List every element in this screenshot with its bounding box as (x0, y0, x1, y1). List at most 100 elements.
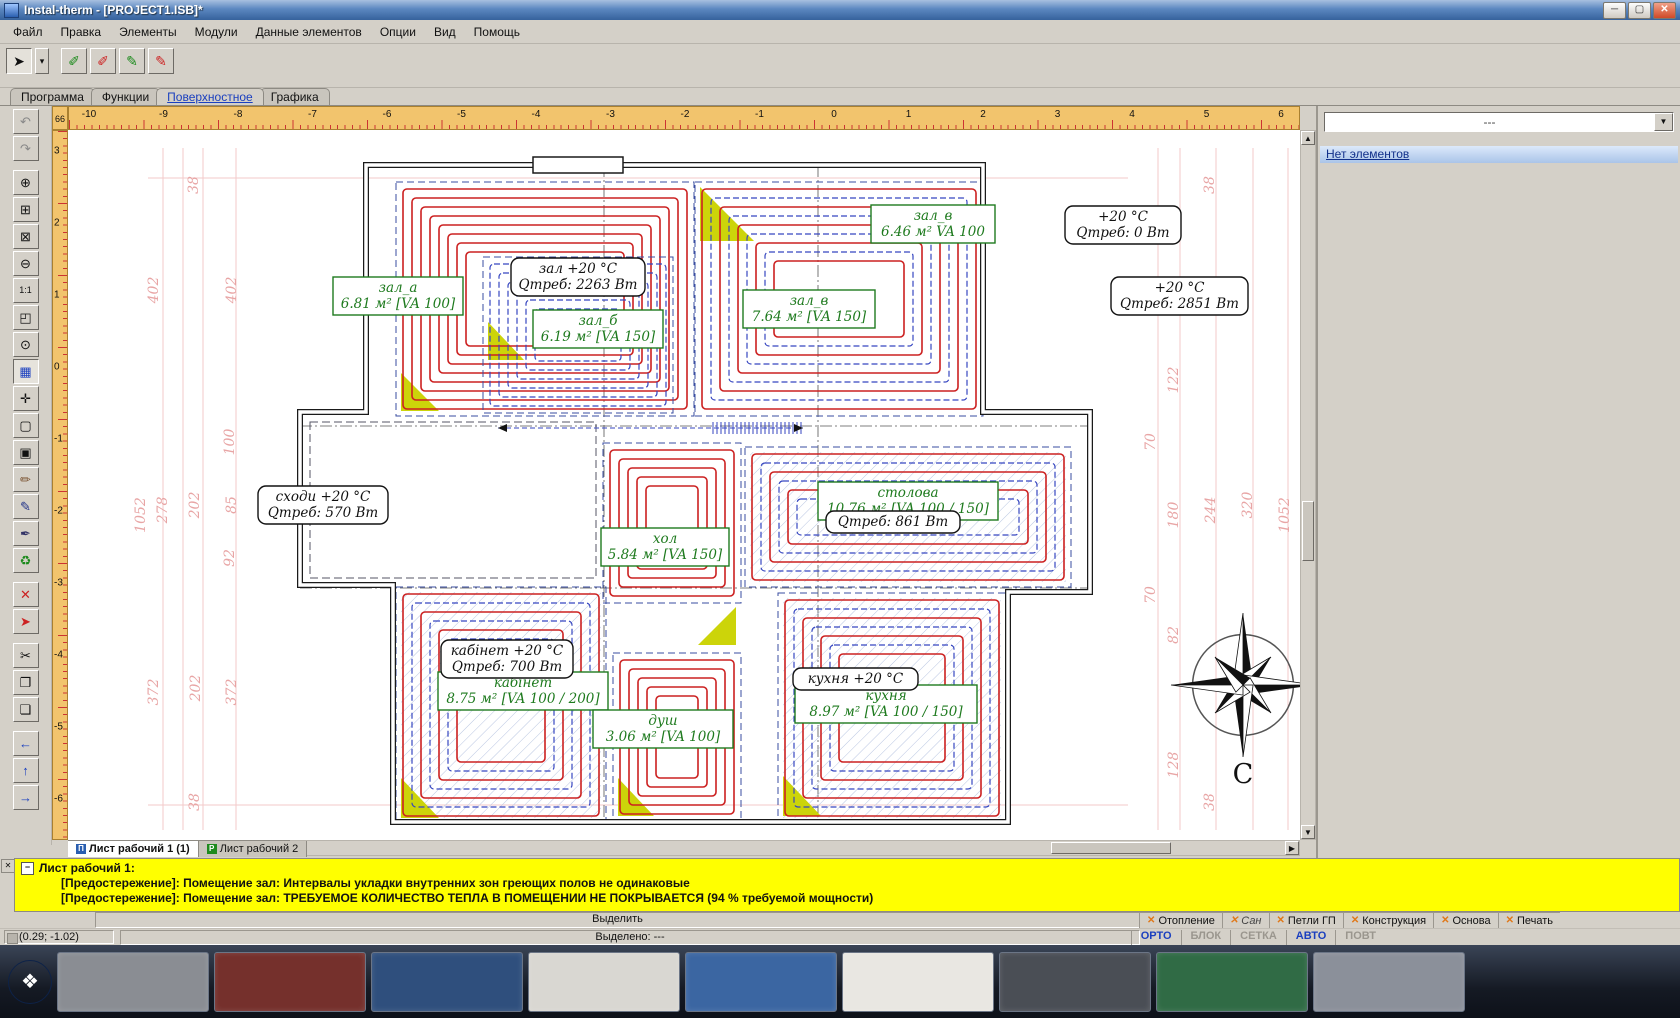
copy-icon[interactable]: ❐ (13, 670, 39, 695)
layer-button-Отопление[interactable]: ✕Отопление (1139, 912, 1222, 928)
taskbar-window-7[interactable] (999, 952, 1151, 1012)
nav-right-icon[interactable]: → (13, 785, 39, 810)
sheet-icon: Р (207, 844, 217, 854)
warning-title-row: − Лист рабочий 1: (21, 861, 1673, 875)
nav-left-icon[interactable]: ← (13, 731, 39, 756)
sheet-tab[interactable]: РЛист рабочий 2 (199, 841, 308, 857)
zoom-actual-icon[interactable]: 1:1 (13, 278, 39, 303)
grid-view-icon[interactable]: ▦ (13, 359, 39, 384)
svg-text:+20 °C: +20 °C (1155, 280, 1206, 296)
taskbar-window-8[interactable] (1156, 952, 1308, 1012)
paste-icon[interactable]: ❏ (13, 697, 39, 722)
toggle-БЛОК[interactable]: БЛОК (1181, 930, 1231, 945)
chevron-down-icon[interactable]: ▼ (1654, 113, 1673, 131)
toolbar-draw-green-pen-icon[interactable]: ✐ (61, 48, 87, 74)
zoom-out-icon[interactable]: ⊖ (13, 251, 39, 276)
toolbar-draw-red-pen-icon[interactable]: ✐ (90, 48, 116, 74)
marker-icon[interactable]: ✒ (13, 521, 39, 546)
status-row-2: (0.29; -1.02) Выделено: --- ОРТОБЛОКСЕТК… (0, 928, 1680, 946)
zoom-window-icon[interactable]: ⊞ (13, 197, 39, 222)
svg-text:82: 82 (1166, 626, 1182, 644)
cut-icon[interactable]: ✂ (13, 643, 39, 668)
svg-text:С: С (1233, 759, 1254, 790)
element-filter-combo[interactable]: --- ▼ (1324, 112, 1674, 132)
svg-text:372: 372 (146, 679, 162, 706)
menu-item-Правка[interactable]: Правка (52, 22, 111, 42)
tab-Функции[interactable]: Функции (91, 88, 160, 105)
pencil-icon[interactable]: ✏ (13, 467, 39, 492)
select-rect-icon[interactable]: ▢ (13, 413, 39, 438)
zoom-in-icon[interactable]: ⊕ (13, 170, 39, 195)
scroll-down-arrow[interactable]: ▼ (1301, 825, 1315, 839)
collapse-icon[interactable]: − (21, 862, 34, 875)
nav-up-icon[interactable]: ↑ (13, 758, 39, 783)
toggle-АВТО[interactable]: АВТО (1286, 930, 1335, 945)
menu-item-Вид[interactable]: Вид (425, 22, 465, 42)
menu-item-Опции[interactable]: Опции (371, 22, 425, 42)
close-button[interactable]: ✕ (1653, 2, 1676, 19)
warning-panel: ✕ − Лист рабочий 1: [Предостережение]: П… (0, 858, 1680, 912)
select-poly-icon[interactable]: ▣ (13, 440, 39, 465)
delete-icon[interactable]: ✕ (13, 582, 39, 607)
taskbar-window-9[interactable] (1313, 952, 1465, 1012)
zoom-extents-icon[interactable]: ⊠ (13, 224, 39, 249)
toggle-ПОВТ[interactable]: ПОВТ (1335, 930, 1385, 945)
undo-icon[interactable]: ↶ (13, 109, 39, 134)
menu-item-Данные элементов[interactable]: Данные элементов (247, 22, 371, 42)
taskbar-window-5[interactable] (685, 952, 837, 1012)
taskbar-window-6[interactable] (842, 952, 994, 1012)
zoom-previous-icon[interactable]: ⊙ (13, 332, 39, 357)
start-button[interactable]: ❖ (8, 960, 52, 1004)
pointer-red-icon[interactable]: ➤ (13, 609, 39, 634)
snap-indicator-icon (7, 933, 18, 944)
tab-Графика[interactable]: Графика (260, 88, 330, 105)
taskbar-window-4[interactable] (528, 952, 680, 1012)
menu-item-Файл[interactable]: Файл (4, 22, 52, 42)
svg-text:1052: 1052 (133, 497, 149, 533)
taskbar-window-2[interactable] (214, 952, 366, 1012)
minimize-button[interactable]: ─ (1603, 2, 1626, 19)
svg-text:278: 278 (155, 497, 171, 525)
layer-button-Сан[interactable]: ✕Сан (1222, 912, 1269, 928)
taskbar-window-1[interactable] (57, 952, 209, 1012)
maximize-button[interactable]: ▢ (1628, 2, 1651, 19)
pan-icon[interactable]: ✛ (13, 386, 39, 411)
title-bar: Instal-therm - [PROJECT1.ISB]* ─ ▢ ✕ (0, 0, 1680, 20)
hruler-tick: 1 (906, 109, 912, 120)
layer-button-Основа[interactable]: ✕Основа (1433, 912, 1497, 928)
menu-item-Элементы[interactable]: Элементы (110, 22, 186, 42)
select-tool-dropdown[interactable]: ▾ (35, 48, 49, 74)
tab-Поверхностное[interactable]: Поверхностное (156, 88, 264, 105)
redo-icon[interactable]: ↷ (13, 136, 39, 161)
menu-item-Модули[interactable]: Модули (186, 22, 247, 42)
scroll-up-arrow[interactable]: ▲ (1301, 131, 1315, 145)
select-tool-button[interactable]: ➤ (6, 48, 32, 74)
svg-text:8.75 м² [VA 100 / 200]: 8.75 м² [VA 100 / 200] (446, 691, 600, 707)
vruler-tick: -2 (54, 506, 63, 517)
horizontal-scrollbar[interactable]: ◀ ▶ (290, 840, 1300, 856)
toggle-ОРТО[interactable]: ОРТО (1131, 930, 1181, 945)
zoom-sheet-icon[interactable]: ◰ (13, 305, 39, 330)
tab-Программа[interactable]: Программа (10, 88, 95, 105)
layer-button-Петли ГП[interactable]: ✕Петли ГП (1269, 912, 1343, 928)
hruler-tick: -4 (532, 109, 541, 120)
ruler-corner: 66 (52, 106, 68, 130)
svg-text:зал_б: зал_б (579, 313, 619, 329)
toolbar-edit-red-pen-icon[interactable]: ✎ (148, 48, 174, 74)
pen-icon[interactable]: ✎ (13, 494, 39, 519)
taskbar-window-3[interactable] (371, 952, 523, 1012)
warning-close-icon[interactable]: ✕ (1, 859, 15, 873)
recalculate-icon[interactable]: ♻ (13, 548, 39, 573)
horizontal-scroll-thumb[interactable] (1051, 842, 1171, 854)
menu-item-Помощь[interactable]: Помощь (465, 22, 529, 42)
layer-button-Конструкция[interactable]: ✕Конструкция (1343, 912, 1433, 928)
sheet-tab[interactable]: ПЛист рабочий 1 (1) (68, 841, 199, 857)
vertical-scrollbar[interactable]: ▲ ▼ (1300, 130, 1316, 840)
scroll-right-arrow[interactable]: ▶ (1285, 841, 1299, 855)
layer-button-Печать[interactable]: ✕Печать (1498, 912, 1560, 928)
drawing-canvas[interactable]: 4024023810522782021008592372202372383812… (68, 130, 1300, 840)
toggle-СЕТКА[interactable]: СЕТКА (1230, 930, 1286, 945)
svg-text:38: 38 (1202, 793, 1218, 811)
toolbar-edit-green-pen-icon[interactable]: ✎ (119, 48, 145, 74)
vertical-scroll-thumb[interactable] (1302, 501, 1314, 561)
